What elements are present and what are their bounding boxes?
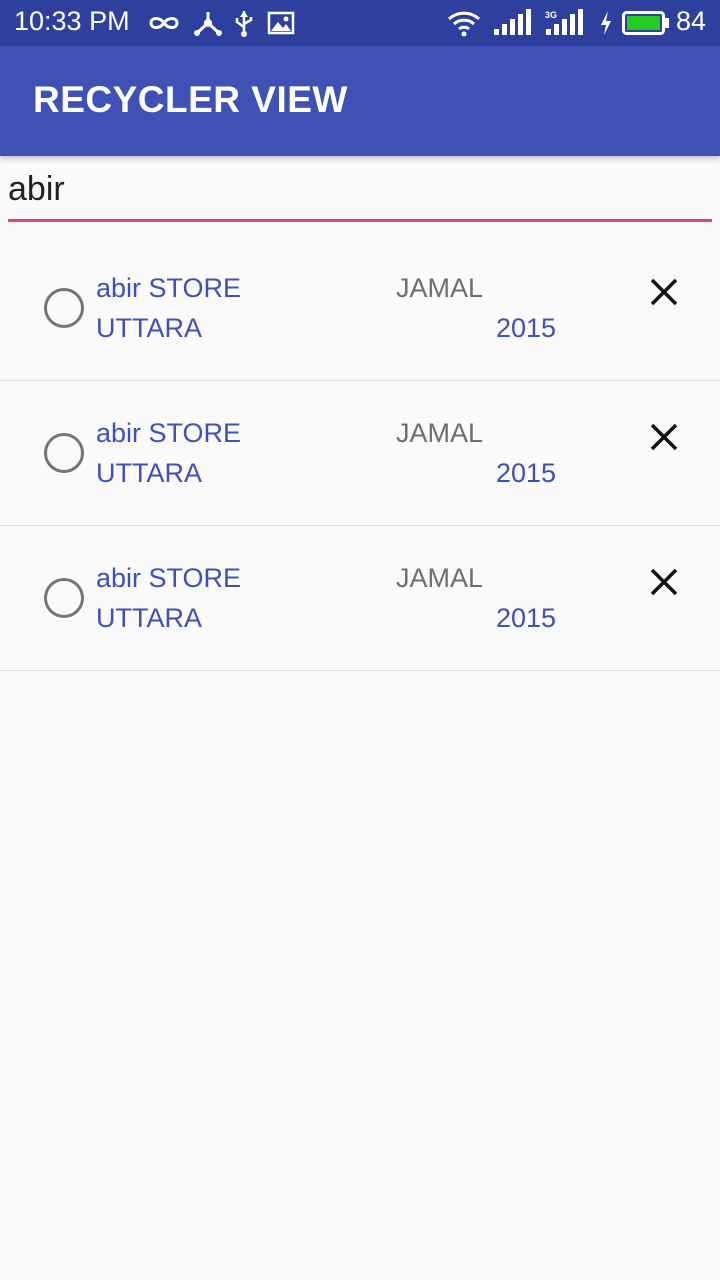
status-time: 10:33 PM — [14, 6, 130, 36]
year-value: 2015 — [496, 458, 557, 488]
signal-3g-icon: 3G — [545, 9, 583, 35]
usb-icon — [235, 11, 253, 37]
owner-name: JAMAL — [396, 273, 484, 303]
radio-button[interactable] — [44, 433, 84, 473]
store-name: abir STORE — [96, 273, 242, 303]
area-name: UTTARA — [96, 458, 202, 488]
year-value: 2015 — [496, 313, 557, 343]
search-input[interactable] — [8, 166, 712, 222]
owner-name: JAMAL — [396, 418, 484, 448]
status-bar: 10:33 PM 3G 84 — [0, 0, 720, 46]
list-item[interactable]: abir STORE JAMAL UTTARA 2015 — [0, 236, 720, 381]
charging-icon — [601, 11, 611, 35]
battery-icon — [622, 11, 669, 35]
infinity-icon — [149, 17, 179, 29]
signal-icon — [494, 9, 531, 35]
owner-name: JAMAL — [396, 563, 484, 593]
year-value: 2015 — [496, 603, 557, 633]
list-item[interactable]: abir STORE JAMAL UTTARA 2015 — [0, 381, 720, 526]
close-icon[interactable] — [644, 272, 684, 312]
close-icon[interactable] — [644, 562, 684, 602]
image-icon — [267, 11, 295, 35]
app-bar: RECYCLER VIEW — [0, 46, 720, 156]
list-item[interactable]: abir STORE JAMAL UTTARA 2015 — [0, 526, 720, 671]
store-name: abir STORE — [96, 418, 242, 448]
store-name: abir STORE — [96, 563, 242, 593]
area-name: UTTARA — [96, 313, 202, 343]
area-name: UTTARA — [96, 603, 202, 633]
wifi-icon — [447, 11, 481, 37]
app-title: RECYCLER VIEW — [33, 79, 348, 120]
battery-percentage: 84 — [676, 6, 707, 36]
close-icon[interactable] — [644, 417, 684, 457]
recycler-list: abir STORE JAMAL UTTARA 2015 abir STORE … — [0, 236, 720, 671]
radio-button[interactable] — [44, 578, 84, 618]
svg-text:3G: 3G — [545, 10, 557, 20]
radio-button[interactable] — [44, 288, 84, 328]
network-hub-icon — [194, 12, 222, 36]
